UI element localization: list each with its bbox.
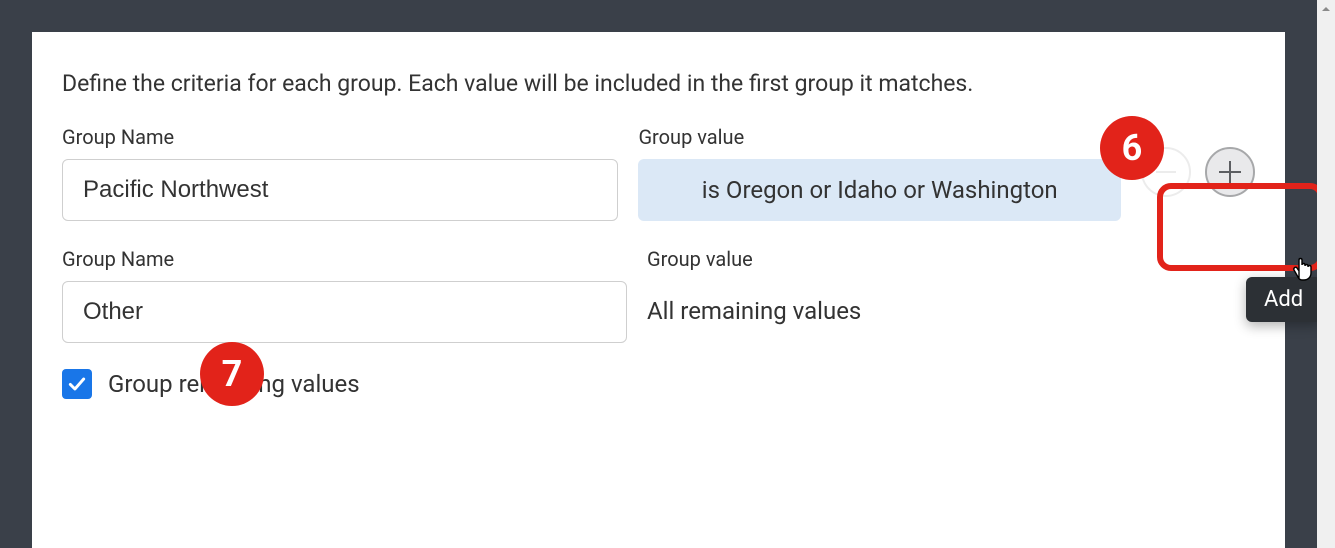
group-name-label: Group Name <box>62 125 618 149</box>
group-value-label: Group value <box>638 125 1121 149</box>
check-icon <box>67 374 87 394</box>
group-criteria-panel: Define the criteria for each group. Each… <box>32 32 1285 548</box>
annotation-badge-7: 7 <box>200 342 264 406</box>
group-row: Group Name Group value is Oregon or Idah… <box>62 125 1255 221</box>
group-name-column: Group Name <box>62 247 627 343</box>
group-value-column: Group value All remaining values <box>647 247 1137 325</box>
chevron-up-icon <box>1321 4 1331 14</box>
group-name-input[interactable] <box>62 159 618 221</box>
group-remaining-checkbox[interactable] <box>62 369 92 399</box>
annotation-badge-6: 6 <box>1100 116 1164 180</box>
group-value-label: Group value <box>647 247 1137 271</box>
group-row: Group Name Group value All remaining val… <box>62 247 1255 343</box>
group-value-static: All remaining values <box>647 281 1137 325</box>
group-value-column: Group value is Oregon or Idaho or Washin… <box>638 125 1121 221</box>
add-group-button[interactable] <box>1205 147 1255 197</box>
minus-icon <box>1156 171 1176 173</box>
group-value-pill[interactable]: is Oregon or Idaho or Washington <box>638 159 1121 221</box>
instruction-text: Define the criteria for each group. Each… <box>62 70 1255 97</box>
group-name-label: Group Name <box>62 247 627 271</box>
add-tooltip: Add <box>1246 277 1321 322</box>
vertical-scrollbar[interactable] <box>1317 0 1335 548</box>
scroll-up-button[interactable] <box>1317 0 1335 18</box>
group-value-text: is Oregon or Idaho or Washington <box>702 176 1058 204</box>
group-name-input[interactable] <box>62 281 627 343</box>
plus-icon <box>1229 161 1232 183</box>
group-name-column: Group Name <box>62 125 618 221</box>
